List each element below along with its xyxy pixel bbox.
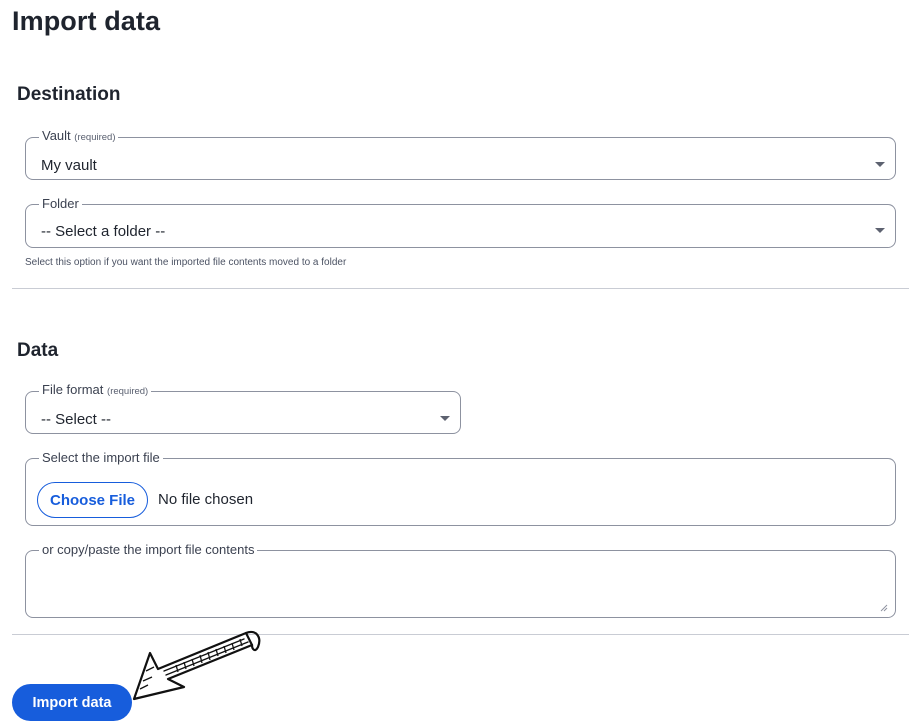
import-file-label: Select the import file [39, 451, 163, 465]
file-format-select-value: -- Select -- [41, 411, 112, 428]
paste-contents-label-text: or copy/paste the import file contents [42, 542, 255, 557]
vault-select[interactable]: Vault (required) My vault [25, 129, 896, 180]
paste-contents-label: or copy/paste the import file contents [39, 543, 257, 557]
folder-label-text: Folder [42, 196, 79, 211]
hand-drawn-arrow-icon [132, 630, 261, 701]
import-page: Import data Destination Vault (required)… [0, 0, 914, 727]
paste-contents-textarea[interactable] [26, 557, 895, 617]
folder-hint: Select this option if you want the impor… [25, 257, 347, 268]
chevron-down-icon [440, 416, 450, 421]
vault-label: Vault (required) [39, 129, 118, 145]
chevron-down-icon [875, 228, 885, 233]
file-format-select[interactable]: File format (required) -- Select -- [25, 383, 461, 434]
folder-select[interactable]: Folder -- Select a folder -- [25, 197, 896, 248]
choose-file-button[interactable]: Choose File [37, 482, 149, 518]
folder-label: Folder [39, 197, 82, 211]
page-title: Import data [12, 6, 161, 36]
file-format-label: File format (required) [39, 383, 151, 399]
file-format-label-text: File format [42, 382, 104, 397]
resize-grip-icon[interactable] [880, 604, 888, 612]
file-status-text: No file chosen [158, 491, 254, 508]
data-section-title: Data [17, 340, 59, 361]
destination-section-title: Destination [17, 84, 121, 105]
chevron-down-icon [875, 162, 885, 167]
import-file-label-text: Select the import file [42, 450, 160, 465]
file-format-required-tag: (required) [107, 386, 149, 397]
vault-required-tag: (required) [74, 132, 116, 143]
folder-select-value: -- Select a folder -- [41, 223, 166, 240]
section-divider [12, 288, 909, 289]
vault-label-text: Vault [42, 128, 71, 143]
paste-contents-field: or copy/paste the import file contents [25, 543, 896, 618]
import-file-field: Select the import file Choose File No fi… [25, 451, 896, 526]
vault-select-value: My vault [41, 157, 97, 174]
import-data-button[interactable]: Import data [12, 684, 132, 721]
